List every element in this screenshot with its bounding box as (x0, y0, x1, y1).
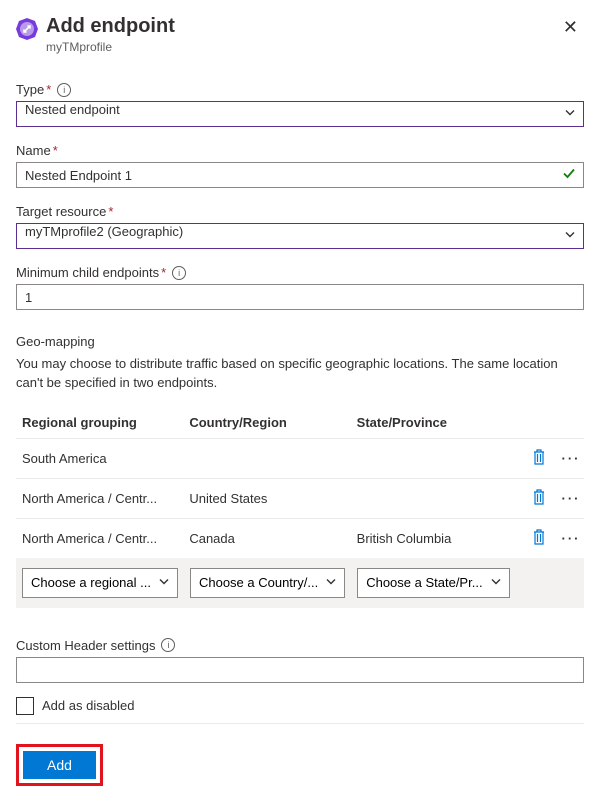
trash-icon (532, 529, 546, 548)
name-input[interactable] (16, 162, 584, 188)
info-icon[interactable]: i (57, 83, 71, 97)
geo-country: United States (189, 491, 352, 506)
more-icon: ··· (561, 491, 580, 506)
col-country: Country/Region (189, 415, 352, 430)
geo-heading: Geo-mapping (16, 334, 584, 349)
min-child-label: Minimum child endpoints (16, 265, 159, 280)
add-button-highlight: Add (16, 744, 103, 786)
name-label: Name (16, 143, 51, 158)
min-child-input[interactable] (16, 284, 584, 310)
state-chooser[interactable]: Choose a State/Pr... (357, 568, 510, 598)
delete-row-button[interactable] (524, 529, 554, 548)
custom-header-label: Custom Header settings (16, 638, 155, 653)
info-icon[interactable]: i (172, 266, 186, 280)
region-chooser[interactable]: Choose a regional ... (22, 568, 178, 598)
type-label: Type (16, 82, 44, 97)
trash-icon (532, 489, 546, 508)
target-resource-label: Target resource (16, 204, 106, 219)
more-icon: ··· (561, 451, 580, 466)
col-region: Regional grouping (22, 415, 185, 430)
target-resource-select[interactable]: myTMprofile2 (Geographic) (16, 223, 584, 249)
trash-icon (532, 449, 546, 468)
add-as-disabled-label: Add as disabled (42, 698, 135, 713)
geo-row: South America ··· (16, 438, 584, 478)
traffic-manager-icon (16, 18, 38, 40)
geo-description: You may choose to distribute traffic bas… (16, 355, 584, 393)
page-subtitle: myTMprofile (46, 40, 557, 54)
delete-row-button[interactable] (524, 489, 554, 508)
required-indicator: * (161, 265, 166, 280)
geo-row: North America / Centr... Canada British … (16, 518, 584, 558)
delete-row-button[interactable] (524, 449, 554, 468)
page-title: Add endpoint (46, 14, 557, 38)
row-more-button[interactable]: ··· (558, 491, 584, 506)
row-more-button[interactable]: ··· (558, 531, 584, 546)
geo-row: North America / Centr... United States ·… (16, 478, 584, 518)
geo-state: British Columbia (357, 531, 520, 546)
required-indicator: * (53, 143, 58, 158)
more-icon: ··· (561, 531, 580, 546)
close-icon: ✕ (563, 17, 578, 37)
geo-region: North America / Centr... (22, 531, 185, 546)
type-select[interactable]: Nested endpoint (16, 101, 584, 127)
add-button[interactable]: Add (23, 751, 96, 779)
info-icon[interactable]: i (161, 638, 175, 652)
required-indicator: * (46, 82, 51, 97)
geo-region: South America (22, 451, 185, 466)
country-chooser[interactable]: Choose a Country/... (190, 568, 345, 598)
geo-country: Canada (189, 531, 352, 546)
geo-region: North America / Centr... (22, 491, 185, 506)
required-indicator: * (108, 204, 113, 219)
col-state: State/Province (357, 415, 520, 430)
add-as-disabled-checkbox[interactable] (16, 697, 34, 715)
close-button[interactable]: ✕ (557, 14, 584, 40)
row-more-button[interactable]: ··· (558, 451, 584, 466)
custom-header-input[interactable] (16, 657, 584, 683)
